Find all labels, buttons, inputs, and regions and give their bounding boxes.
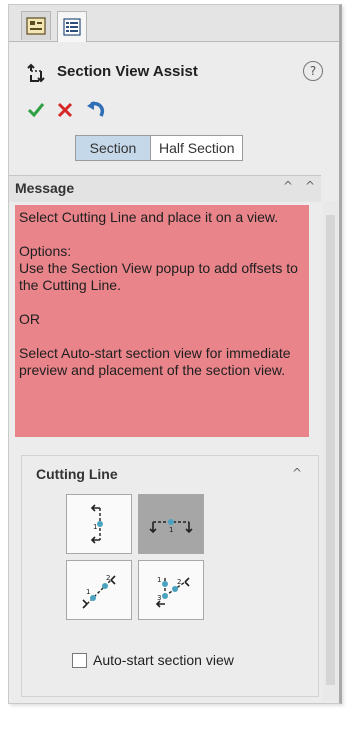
auto-start-label: Auto-start section view — [93, 652, 234, 668]
panel-title: Section View Assist — [57, 63, 198, 80]
action-buttons — [27, 97, 107, 123]
vertical-cutting-line-icon: 1 — [90, 504, 103, 544]
undo-arrow-icon[interactable] — [85, 100, 107, 120]
panel-scrollbar[interactable] — [323, 201, 339, 701]
auxiliary-cutting-line-button[interactable]: 1 2 — [66, 560, 132, 620]
collapse-caret-icon[interactable]: ^ — [292, 466, 302, 480]
property-manager-panel: Section View Assist ? Section Half Secti… — [8, 4, 342, 704]
cancel-x-icon[interactable] — [57, 102, 73, 118]
section-option[interactable]: Section — [76, 136, 151, 160]
auto-start-checkbox-row[interactable]: Auto-start section view — [72, 652, 234, 668]
half-section-option[interactable]: Half Section — [151, 136, 242, 160]
auto-start-checkbox[interactable] — [72, 652, 87, 668]
panel-tab-bar — [9, 5, 339, 42]
property-tab-icon — [26, 17, 46, 35]
section-view-assist-icon — [27, 63, 45, 83]
svg-text:2: 2 — [177, 578, 181, 586]
message-section-header[interactable]: Message ^ ^ — [9, 175, 321, 202]
cutting-line-options: 1 1 1 2 1 2 3 — [66, 494, 206, 620]
svg-text:1: 1 — [93, 523, 97, 531]
scrollbar-thumb[interactable] — [326, 215, 335, 685]
svg-text:1: 1 — [86, 588, 90, 596]
svg-text:1: 1 — [157, 576, 161, 584]
aligned-cutting-line-button[interactable]: 1 2 3 — [138, 560, 204, 620]
collapse-caret-icon[interactable]: ^ — [305, 179, 315, 193]
collapse-caret-icon[interactable]: ^ — [283, 179, 293, 193]
section-type-toggle: Section Half Section — [75, 135, 244, 161]
panel-header: Section View Assist ? — [9, 51, 339, 89]
message-text: Select Cutting Line and place it on a vi… — [19, 209, 279, 225]
property-manager-tab[interactable] — [21, 11, 51, 40]
message-box: Select Cutting Line and place it on a vi… — [15, 205, 309, 437]
horizontal-cutting-line-icon: 1 — [149, 519, 193, 534]
horizontal-cutting-line-button[interactable]: 1 — [138, 494, 204, 554]
svg-text:1: 1 — [169, 526, 173, 534]
configuration-tab[interactable] — [57, 11, 87, 42]
ok-checkmark-icon[interactable] — [27, 102, 45, 118]
vertical-cutting-line-button[interactable]: 1 — [66, 494, 132, 554]
message-text: OR — [19, 311, 40, 327]
message-heading: Message — [15, 180, 75, 196]
aligned-cutting-line-icon: 1 2 3 — [155, 576, 190, 608]
cutting-line-heading: Cutting Line — [36, 466, 118, 482]
auxiliary-cutting-line-icon: 1 2 — [82, 574, 116, 609]
svg-text:2: 2 — [106, 574, 110, 582]
cutting-line-group: Cutting Line ^ 1 1 1 2 1 2 3 Auto-start … — [21, 455, 319, 697]
message-text: Select Auto-start section view for immed… — [19, 345, 291, 378]
help-icon[interactable]: ? — [303, 61, 323, 81]
message-text: Options: Use the Section View popup to a… — [19, 243, 298, 293]
configuration-tab-icon — [63, 18, 81, 36]
